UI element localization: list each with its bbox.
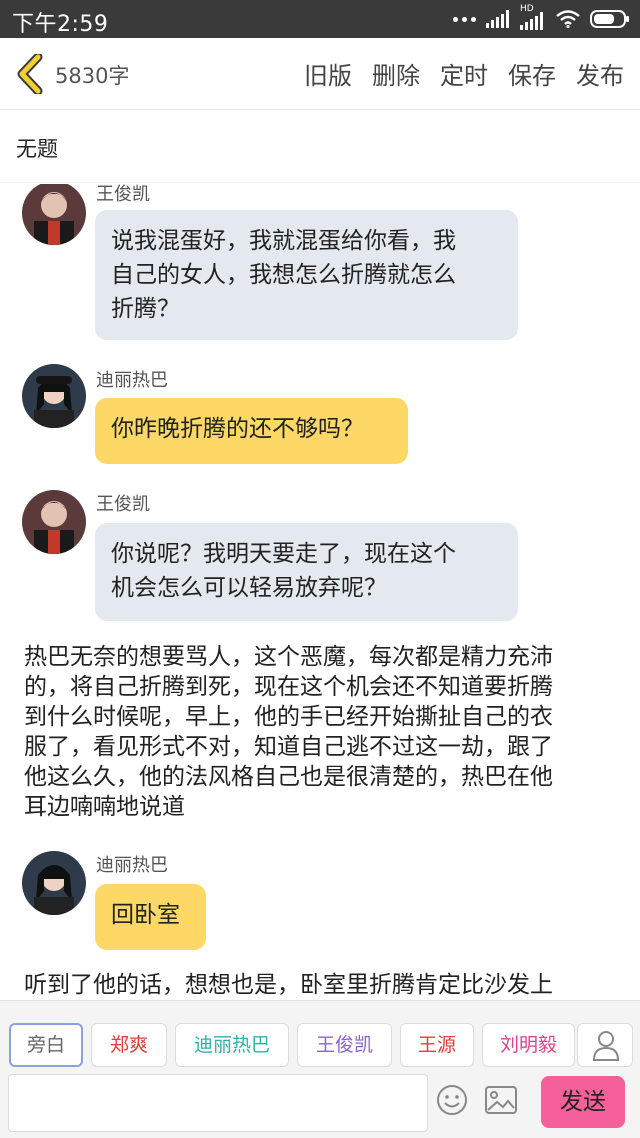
narration-line: 耳边喃喃地说道 — [24, 794, 185, 820]
hd-signal-icon: HD — [520, 4, 546, 30]
narration-line: 听到了他的话，想想也是，卧室里折腾肯定比沙发上 — [24, 972, 553, 998]
back-arrow-icon — [17, 52, 43, 96]
message-line: 自己的女人，我想怎么折腾就怎么 — [111, 262, 456, 288]
speaker-name: 王俊凯 — [96, 494, 150, 515]
image-icon — [485, 1086, 517, 1114]
avatar-wangjunkai[interactable] — [22, 184, 86, 245]
speaker-name: 迪丽热巴 — [96, 370, 168, 391]
wifi-icon — [556, 10, 580, 28]
story-title[interactable]: 无题 — [16, 133, 58, 163]
message-input[interactable] — [8, 1074, 428, 1132]
message-bubble[interactable]: 回卧室 — [95, 884, 206, 950]
character-selector: 旁白 郑爽 迪丽热巴 王俊凯 王源 刘明毅 — [0, 1000, 640, 1072]
narration-line: 热巴无奈的想要骂人，这个恶魔，每次都是精力充沛 — [24, 644, 553, 670]
message-bubble[interactable]: 说我混蛋好，我就混蛋给你看，我 自己的女人，我想怎么折腾就怎么 折腾？ — [95, 210, 518, 340]
narration-block[interactable]: 听到了他的话，想想也是，卧室里折腾肯定比沙发上 — [24, 970, 620, 1000]
message-bubble[interactable]: 你说呢？我明天要走了，现在这个 机会怎么可以轻易放弃呢？ — [95, 523, 518, 621]
title-row[interactable]: 无题 — [0, 111, 640, 183]
avatar-dilireba[interactable] — [22, 851, 86, 915]
message-line: 折腾？ — [111, 296, 180, 322]
battery-icon — [590, 10, 629, 28]
speaker-name: 迪丽热巴 — [96, 855, 168, 876]
character-chip[interactable]: 刘明毅 — [482, 1023, 575, 1067]
message-bubble[interactable]: 你昨晚折腾的还不够吗？ — [95, 398, 408, 464]
character-chip[interactable]: 王俊凯 — [297, 1023, 392, 1067]
narration-block[interactable]: 热巴无奈的想要骂人，这个恶魔，每次都是精力充沛 的，将自己折腾到死，现在这个机会… — [24, 642, 620, 822]
narration-line: 服了，看见形式不对，知道自己逃不过这一劫，跟了 — [24, 734, 553, 760]
publish-button[interactable]: 发布 — [576, 56, 624, 91]
status-bar: 下午2:59 HD — [0, 0, 640, 38]
emoji-icon — [437, 1085, 467, 1115]
delete-button[interactable]: 删除 — [372, 56, 420, 91]
narration-line: 的，将自己折腾到死，现在这个机会还不知道要折腾 — [24, 674, 553, 700]
composer: 发送 — [0, 1072, 640, 1138]
back-button[interactable] — [14, 52, 46, 96]
more-dots-icon — [453, 16, 476, 22]
message-line: 你说呢？我明天要走了，现在这个 — [111, 541, 456, 567]
top-bar: 5830字 旧版 删除 定时 保存 发布 — [0, 38, 640, 110]
chat-area[interactable]: 王俊凯 说我混蛋好，我就混蛋给你看，我 自己的女人，我想怎么折腾就怎么 折腾？ … — [0, 184, 640, 1000]
schedule-button[interactable]: 定时 — [440, 56, 488, 91]
message-line: 回卧室 — [111, 902, 180, 928]
old-version-button[interactable]: 旧版 — [304, 56, 352, 91]
message-line: 你昨晚折腾的还不够吗？ — [111, 416, 364, 442]
status-icons: HD — [453, 4, 630, 30]
speaker-name: 王俊凯 — [96, 184, 150, 205]
avatar-dilireba[interactable] — [22, 364, 86, 428]
save-button[interactable]: 保存 — [508, 56, 556, 91]
character-chip[interactable]: 王源 — [400, 1023, 474, 1067]
character-chip-narrator[interactable]: 旁白 — [9, 1023, 83, 1067]
message-line: 机会怎么可以轻易放弃呢？ — [111, 575, 387, 601]
status-time: 下午2:59 — [12, 12, 109, 37]
word-count: 5830字 — [55, 64, 130, 88]
person-icon — [592, 1031, 620, 1061]
narration-line: 到什么时候呢，早上，他的手已经开始撕扯自己的衣 — [24, 704, 553, 730]
add-character-button[interactable] — [577, 1023, 633, 1067]
character-chip[interactable]: 迪丽热巴 — [175, 1023, 289, 1067]
image-button[interactable] — [484, 1084, 518, 1116]
emoji-button[interactable] — [436, 1084, 468, 1116]
send-button[interactable]: 发送 — [541, 1076, 625, 1128]
character-chip[interactable]: 郑爽 — [91, 1023, 167, 1067]
header-actions: 旧版 删除 定时 保存 发布 — [304, 56, 624, 91]
avatar-wangjunkai[interactable] — [22, 490, 86, 554]
signal-icon — [486, 10, 509, 28]
message-line: 说我混蛋好，我就混蛋给你看，我 — [111, 228, 456, 254]
narration-line: 他这么久，他的法风格自己也是很清楚的，热巴在他 — [24, 764, 553, 790]
